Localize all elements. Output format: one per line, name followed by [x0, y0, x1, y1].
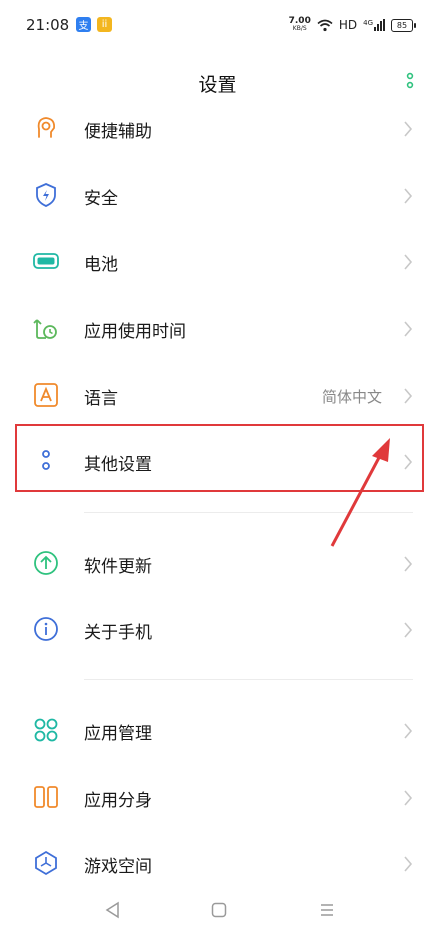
settings-item-label: 应用分身 — [84, 791, 152, 811]
network-speed: 7.00 KB/S — [289, 17, 311, 33]
battery-icon: 85 — [391, 18, 416, 32]
settings-item-label: 关于手机 — [84, 623, 152, 643]
chevron-right-icon — [404, 188, 413, 204]
update-icon — [34, 551, 58, 575]
settings-item-label: 软件更新 — [84, 557, 152, 577]
more-options-icon[interactable] — [405, 72, 415, 94]
signal-label: 4G — [363, 19, 373, 27]
accessibility-icon — [37, 117, 55, 138]
settings-item-label: 安全 — [84, 189, 118, 209]
wifi-icon — [317, 19, 333, 31]
settings-item-app-management[interactable]: 应用管理 — [0, 698, 435, 764]
cellular-signal-icon: 4G — [363, 19, 385, 31]
chevron-right-icon — [404, 121, 413, 137]
status-indicators: 7.00 KB/S HD 4G 85 — [289, 14, 416, 36]
status-bar: 21:08 支 ii 7.00 KB/S HD 4G 85 — [0, 0, 435, 54]
chevron-right-icon — [404, 556, 413, 572]
settings-item-security[interactable]: 安全 — [0, 163, 435, 229]
status-time: 21:08 — [26, 16, 70, 34]
settings-item-about-phone[interactable]: 关于手机 — [0, 597, 435, 663]
settings-item-label: 应用使用时间 — [84, 322, 186, 342]
settings-item-label: 语言 — [84, 389, 118, 409]
info-icon — [34, 617, 58, 641]
battery-icon — [33, 253, 59, 269]
settings-item-language[interactable]: 语言 简体中文 — [0, 363, 435, 429]
settings-item-game-space[interactable]: 游戏空间 — [0, 831, 435, 897]
settings-item-label: 游戏空间 — [84, 857, 152, 877]
settings-item-label: 便捷辅助 — [84, 122, 152, 142]
back-icon[interactable] — [104, 901, 122, 919]
language-icon — [34, 383, 58, 407]
settings-item-app-usage-time[interactable]: 应用使用时间 — [0, 296, 435, 362]
settings-item-label: 电池 — [84, 255, 118, 275]
settings-item-label: 应用管理 — [84, 724, 152, 744]
section-divider — [84, 679, 413, 680]
alipay-notification-icon: 支 — [76, 17, 91, 32]
page-title: 设置 — [198, 74, 237, 96]
network-speed-value: 7.00 — [288, 16, 311, 26]
app-clone-icon — [34, 786, 58, 808]
chevron-right-icon — [404, 254, 413, 270]
settings-item-app-clone[interactable]: 应用分身 — [0, 765, 435, 831]
chevron-right-icon — [404, 856, 413, 872]
game-space-icon — [35, 850, 57, 876]
home-icon[interactable] — [210, 901, 228, 919]
settings-item-battery[interactable]: 电池 — [0, 229, 435, 295]
network-speed-unit: KB/S — [292, 25, 307, 32]
chevron-right-icon — [404, 321, 413, 337]
navigation-bar — [0, 891, 435, 931]
annotation-arrow — [330, 438, 390, 547]
hd-indicator: HD — [338, 18, 358, 32]
settings-item-accessibility[interactable]: 便捷辅助 — [0, 96, 435, 162]
chevron-right-icon — [404, 622, 413, 638]
chevron-right-icon — [404, 790, 413, 806]
app-timer-icon — [33, 319, 57, 339]
chevron-right-icon — [404, 388, 413, 404]
recent-apps-icon[interactable] — [318, 901, 336, 919]
app-notification-icon: ii — [97, 17, 112, 32]
shield-icon — [36, 183, 56, 207]
current-language-value: 简体中文 — [321, 388, 382, 406]
app-manager-icon — [34, 718, 58, 742]
chevron-right-icon — [404, 723, 413, 739]
